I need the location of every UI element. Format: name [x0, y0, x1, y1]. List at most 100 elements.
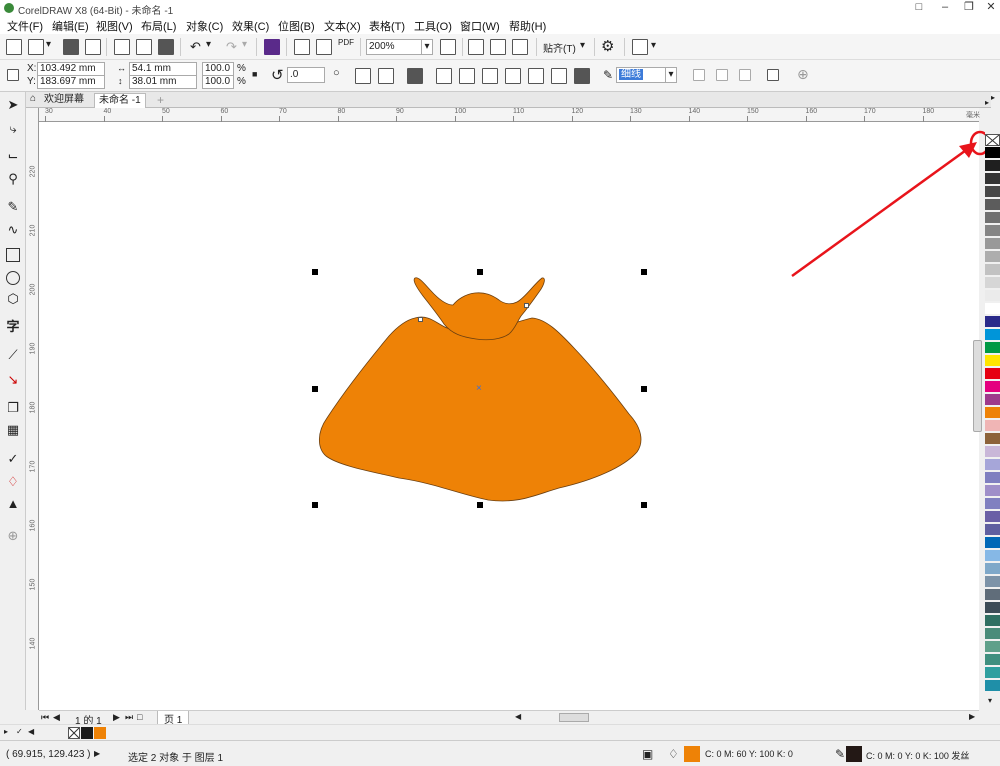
undo-icon[interactable]: ↶ — [190, 39, 201, 55]
menu-help[interactable]: 帮助(H) — [509, 18, 546, 34]
crop-tool-icon[interactable]: ⌙ — [6, 149, 20, 163]
scale-y-field[interactable]: 100.0 — [202, 75, 234, 89]
color-swatch[interactable] — [985, 355, 1000, 367]
scroll-left-icon[interactable]: ◀ — [515, 712, 521, 721]
tab-document[interactable]: 未命名 -1 — [94, 93, 146, 108]
menu-object[interactable]: 对象(C) — [186, 18, 223, 34]
menu-edit[interactable]: 编辑(E) — [52, 18, 89, 34]
wrap-text-icon[interactable] — [739, 69, 751, 81]
show-guidelines-icon[interactable] — [512, 39, 528, 55]
width-field[interactable]: 54.1 mm — [129, 62, 197, 76]
snap-nodes-icon[interactable] — [716, 69, 728, 81]
shape-tool-icon[interactable]: ⤷ — [6, 122, 20, 136]
palette-menu-icon[interactable]: ▸ — [985, 98, 989, 107]
color-swatch[interactable] — [985, 290, 1000, 302]
new-tab-icon[interactable]: + — [157, 93, 164, 107]
publish-pdf-icon[interactable]: PDF — [338, 38, 354, 47]
horizontal-ruler[interactable]: 30 40 50 60 70 80 90 100 110 120 130 140 150 160 170 18… — [39, 108, 979, 122]
save-icon[interactable] — [63, 39, 79, 55]
color-swatch[interactable] — [985, 498, 1000, 510]
polygon-tool-icon[interactable]: ⬡ — [6, 292, 20, 306]
color-swatch[interactable] — [985, 225, 1000, 237]
selection-handle-top-right[interactable] — [641, 269, 647, 275]
selection-handle-left[interactable] — [312, 386, 318, 392]
menu-file[interactable]: 文件(F) — [7, 18, 43, 34]
lock-ratio-icon[interactable]: ■ — [252, 69, 257, 79]
new-document-icon[interactable] — [6, 39, 22, 55]
color-swatch[interactable] — [985, 472, 1000, 484]
vertical-ruler[interactable]: 220 210 200 190 180 170 160 150 140 — [26, 108, 39, 710]
selection-handle-top[interactable] — [477, 269, 483, 275]
front-minus-back-icon[interactable] — [528, 68, 544, 84]
selection-center-icon[interactable]: × — [476, 383, 482, 394]
smart-fill-icon[interactable]: ▲ — [6, 497, 20, 511]
color-swatch[interactable] — [985, 368, 1000, 380]
ellipse-tool-icon[interactable] — [6, 271, 20, 285]
weld-icon[interactable] — [436, 68, 452, 84]
menu-text[interactable]: 文本(X) — [324, 18, 361, 34]
selection-handle-bottom-left[interactable] — [312, 502, 318, 508]
trim-icon[interactable] — [459, 68, 475, 84]
drop-shadow-icon[interactable]: ❐ — [6, 401, 20, 415]
color-swatch[interactable] — [985, 251, 1000, 263]
outline-pen-status-icon[interactable]: ✎ — [835, 747, 845, 761]
zoom-tool-icon[interactable]: ⚲ — [6, 172, 20, 186]
create-boundary-icon[interactable] — [574, 68, 590, 84]
doc-palette-scroll-icon[interactable]: ◀ — [28, 727, 34, 736]
group-icon[interactable] — [407, 68, 423, 84]
doc-palette-menu-icon[interactable]: ▸ — [4, 727, 8, 736]
eyedropper-small-icon[interactable]: ✓ — [16, 727, 23, 736]
scroll-right-icon[interactable]: ▶ — [969, 712, 975, 721]
orange-bell-shape[interactable] — [318, 316, 642, 502]
print-icon[interactable] — [85, 39, 101, 55]
pick-tool-icon[interactable]: ➤ — [6, 98, 20, 112]
quick-trace-icon[interactable] — [693, 69, 705, 81]
undo-dropdown-icon[interactable]: ▾ — [206, 39, 211, 50]
color-swatch[interactable] — [985, 212, 1000, 224]
zoom-dropdown-icon[interactable]: ▾ — [421, 39, 433, 55]
menu-table[interactable]: 表格(T) — [369, 18, 405, 34]
menu-effects[interactable]: 效果(C) — [232, 18, 269, 34]
color-swatch[interactable] — [985, 433, 1000, 445]
horizontal-scrollbar[interactable] — [559, 713, 589, 722]
selection-handle-bottom[interactable] — [477, 502, 483, 508]
vertical-scrollbar[interactable] — [973, 340, 982, 432]
tabs-scroll-icon[interactable]: ▸ — [991, 93, 995, 102]
add-page-icon[interactable]: □ — [137, 712, 142, 722]
color-swatch[interactable] — [985, 563, 1000, 575]
color-swatch[interactable] — [985, 485, 1000, 497]
color-swatch[interactable] — [985, 264, 1000, 276]
mirror-vertical-icon[interactable] — [378, 68, 394, 84]
search-content-icon[interactable] — [264, 39, 280, 55]
color-swatch[interactable] — [985, 277, 1000, 289]
color-swatch[interactable] — [985, 316, 1000, 328]
color-swatch[interactable] — [985, 537, 1000, 549]
show-rulers-icon[interactable] — [468, 39, 484, 55]
color-swatch[interactable] — [985, 329, 1000, 341]
color-swatch[interactable] — [985, 381, 1000, 393]
first-page-icon[interactable]: ⏮ — [41, 712, 49, 723]
next-page-icon[interactable]: ▶ — [113, 712, 120, 723]
close-button[interactable]: ✕ — [978, 0, 1000, 16]
color-swatch[interactable] — [985, 511, 1000, 523]
redo-dropdown-icon[interactable]: ▾ — [242, 39, 247, 50]
minimize-button[interactable]: – — [932, 0, 958, 16]
menu-tools[interactable]: 工具(O) — [414, 18, 452, 34]
color-swatch[interactable] — [985, 680, 1000, 692]
intersect-icon[interactable] — [482, 68, 498, 84]
freehand-tool-icon[interactable]: ✎ — [6, 200, 20, 214]
y-position-field[interactable]: 183.697 mm — [37, 75, 105, 89]
back-minus-front-icon[interactable] — [551, 68, 567, 84]
smart-drawing-icon[interactable]: ∿ — [6, 223, 20, 237]
menu-layout[interactable]: 布局(L) — [141, 18, 176, 34]
transparency-icon[interactable]: ▦ — [6, 423, 20, 437]
full-screen-icon[interactable] — [440, 39, 456, 55]
interactive-fill-icon[interactable]: ♢ — [6, 475, 20, 489]
height-field[interactable]: 38.01 mm — [129, 75, 197, 89]
color-proofing-icon[interactable]: ▣ — [642, 747, 653, 761]
export-icon[interactable] — [316, 39, 332, 55]
color-swatch[interactable] — [985, 615, 1000, 627]
copy-icon[interactable] — [136, 39, 152, 55]
color-swatch[interactable] — [985, 628, 1000, 640]
color-swatch[interactable] — [985, 199, 1000, 211]
